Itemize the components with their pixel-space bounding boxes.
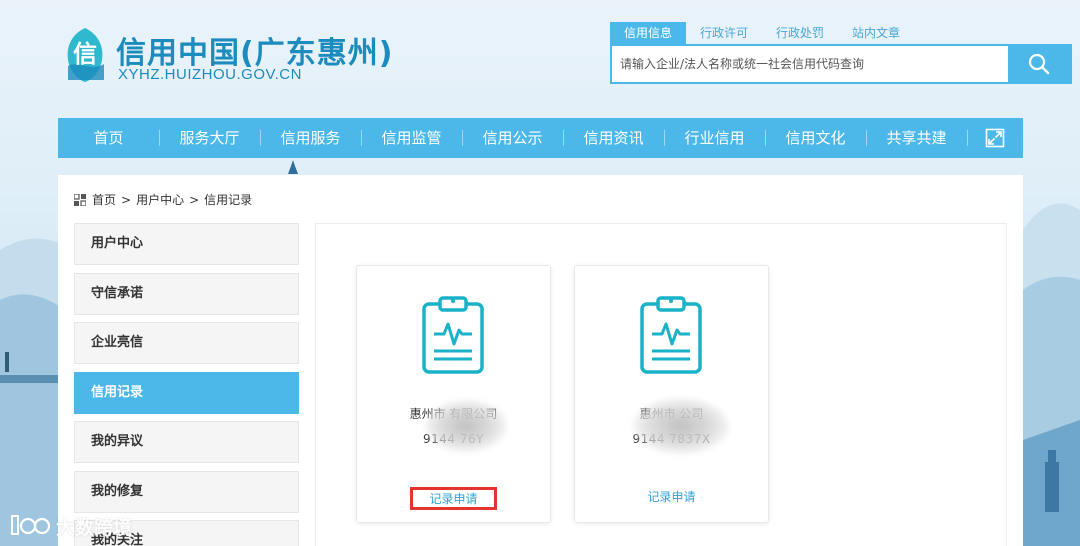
site-domain: XYHZ.HUIZHOU.GOV.CN bbox=[118, 66, 302, 83]
main-nav: 首页 服务大厅 信用服务 信用监管 信用公示 信用资讯 行业信用 信用文化 共享… bbox=[58, 118, 1023, 158]
search-icon bbox=[1028, 53, 1050, 75]
nav-service-hall[interactable]: 服务大厅 bbox=[159, 118, 260, 158]
fullscreen-icon bbox=[985, 128, 1005, 148]
nav-share-build[interactable]: 共享共建 bbox=[866, 118, 967, 158]
nav-credit-supervision[interactable]: 信用监管 bbox=[361, 118, 462, 158]
search-tabs: 信用信息 行政许可 行政处罚 站内文章 bbox=[610, 22, 1072, 44]
search-tab-site-articles[interactable]: 站内文章 bbox=[838, 22, 914, 44]
sidebar-item-enterprise-credit[interactable]: 企业亮信 bbox=[74, 322, 299, 364]
redaction-blur bbox=[633, 398, 729, 454]
watermark: 大数跨境 bbox=[8, 512, 132, 540]
nav-expand-button[interactable] bbox=[967, 118, 1023, 158]
record-apply-link[interactable]: 记录申请 bbox=[357, 487, 550, 510]
nav-credit-culture[interactable]: 信用文化 bbox=[765, 118, 866, 158]
search-tab-admin-license[interactable]: 行政许可 bbox=[686, 22, 762, 44]
nav-active-pointer-icon bbox=[288, 160, 298, 174]
search-button[interactable] bbox=[1008, 46, 1070, 82]
nav-credit-publicity[interactable]: 信用公示 bbox=[462, 118, 563, 158]
company-card: 惠州市 有限公司 9144 76Y 记录申请 bbox=[356, 265, 551, 523]
sidebar-item-user-center[interactable]: 用户中心 bbox=[74, 223, 299, 265]
search-area: 信用信息 行政许可 行政处罚 站内文章 bbox=[610, 22, 1072, 84]
search-tab-credit-info[interactable]: 信用信息 bbox=[610, 22, 687, 44]
search-input[interactable] bbox=[612, 46, 1008, 82]
nav-industry-credit[interactable]: 行业信用 bbox=[664, 118, 765, 158]
breadcrumb-current: 信用记录 bbox=[204, 193, 253, 207]
grid-icon bbox=[74, 193, 86, 206]
site-logo[interactable]: 信 信用中国(广东惠州) XYHZ.HUIZHOU.GOV.CN bbox=[60, 22, 392, 90]
clipboard-pulse-icon bbox=[640, 296, 702, 374]
breadcrumb: 首页 > 用户中心 > 信用记录 bbox=[74, 191, 252, 208]
search-bar bbox=[610, 44, 1072, 84]
nav-credit-news[interactable]: 信用资讯 bbox=[563, 118, 664, 158]
sidebar: 用户中心 守信承诺 企业亮信 信用记录 我的异议 我的修复 我的关注 bbox=[74, 223, 299, 546]
records-area: 惠州市 有限公司 9144 76Y 记录申请 惠州市 公司 9144 7837X bbox=[315, 223, 1007, 546]
sidebar-item-my-objection[interactable]: 我的异议 bbox=[74, 421, 299, 463]
logo-mark-icon: 信 bbox=[67, 28, 104, 82]
breadcrumb-separator: > bbox=[189, 192, 200, 207]
main-panel: 首页 > 用户中心 > 信用记录 用户中心 守信承诺 企业亮信 信用记录 我的异… bbox=[58, 175, 1023, 546]
sidebar-item-my-repair[interactable]: 我的修复 bbox=[74, 470, 299, 513]
logo-glyph: 信 bbox=[73, 40, 97, 68]
breadcrumb-separator: > bbox=[121, 192, 132, 207]
nav-home[interactable]: 首页 bbox=[58, 118, 159, 158]
company-card: 惠州市 公司 9144 7837X 记录申请 bbox=[574, 265, 769, 523]
sidebar-item-credit-record[interactable]: 信用记录 bbox=[74, 371, 299, 414]
clipboard-pulse-icon bbox=[422, 296, 484, 374]
nav-credit-service[interactable]: 信用服务 bbox=[260, 118, 361, 158]
watermark-text: 大数跨境 bbox=[56, 516, 133, 539]
sidebar-item-trust-promise[interactable]: 守信承诺 bbox=[74, 272, 299, 315]
watermark-logo-icon bbox=[11, 515, 51, 535]
record-apply-link[interactable]: 记录申请 bbox=[575, 487, 768, 506]
breadcrumb-user-center[interactable]: 用户中心 bbox=[136, 191, 184, 208]
breadcrumb-home[interactable]: 首页 bbox=[92, 191, 116, 208]
search-tab-admin-penalty[interactable]: 行政处罚 bbox=[762, 22, 838, 44]
redaction-blur bbox=[425, 400, 507, 452]
